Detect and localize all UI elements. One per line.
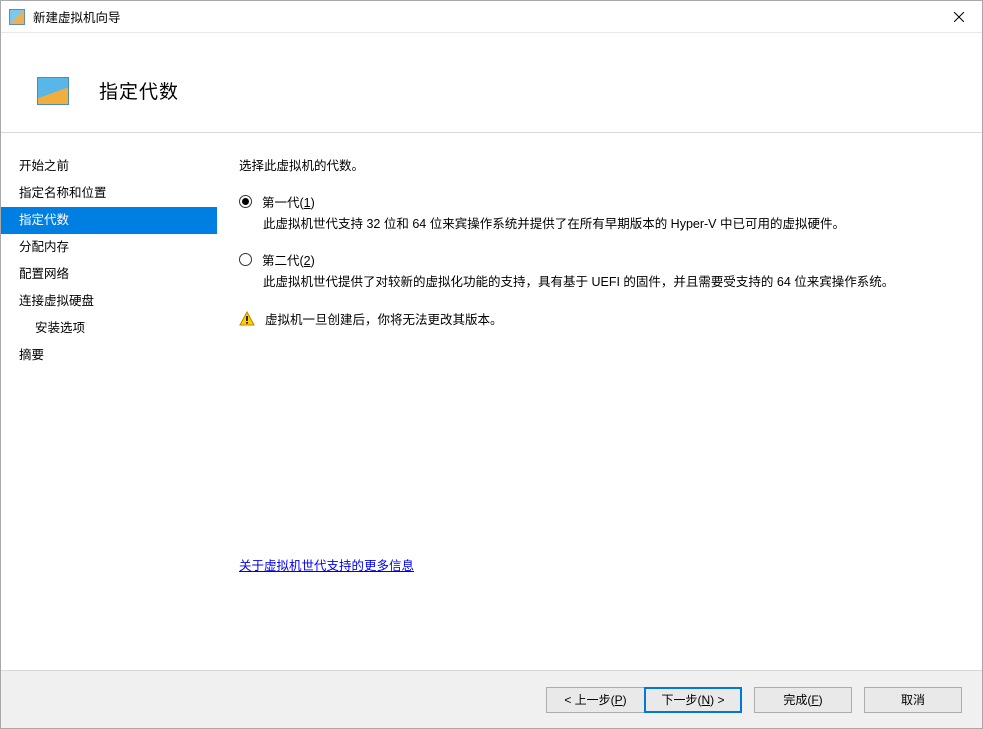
warning-icon (239, 311, 255, 327)
sidebar-step-7[interactable]: 摘要 (1, 342, 217, 369)
warning-row: 虚拟机一旦创建后，你将无法更改其版本。 (239, 309, 952, 328)
wizard-icon (37, 77, 69, 105)
option-gen2-label: 第二代(2) (262, 250, 315, 269)
sidebar-step-3[interactable]: 分配内存 (1, 234, 217, 261)
sidebar-step-1[interactable]: 指定名称和位置 (1, 180, 217, 207)
sidebar-step-0[interactable]: 开始之前 (1, 153, 217, 180)
radio-gen1[interactable] (239, 195, 252, 208)
close-button[interactable] (936, 1, 982, 32)
wizard-header: 指定代数 (1, 33, 982, 133)
option-gen2[interactable]: 第二代(2) (239, 250, 952, 269)
next-button[interactable]: 下一步(N) > (644, 687, 742, 713)
intro-text: 选择此虚拟机的代数。 (239, 155, 952, 174)
window-title: 新建虚拟机向导 (33, 7, 121, 26)
wizard-content: 选择此虚拟机的代数。 第一代(1) 此虚拟机世代支持 32 位和 64 位来宾操… (217, 133, 982, 670)
sidebar-step-6[interactable]: 安装选项 (1, 315, 217, 342)
finish-button[interactable]: 完成(F) (754, 687, 852, 713)
page-title: 指定代数 (99, 77, 179, 104)
cancel-button[interactable]: 取消 (864, 687, 962, 713)
close-icon (954, 12, 964, 22)
sidebar-step-5[interactable]: 连接虚拟硬盘 (1, 288, 217, 315)
titlebar: 新建虚拟机向导 (1, 1, 982, 33)
option-gen1-label: 第一代(1) (262, 192, 315, 211)
option-gen2-desc: 此虚拟机世代提供了对较新的虚拟化功能的支持，具有基于 UEFI 的固件，并且需要… (263, 273, 952, 292)
radio-gen2[interactable] (239, 253, 252, 266)
wizard-steps-sidebar: 开始之前指定名称和位置指定代数分配内存配置网络连接虚拟硬盘安装选项摘要 (1, 133, 217, 670)
more-info-link[interactable]: 关于虚拟机世代支持的更多信息 (239, 555, 414, 574)
sidebar-step-2[interactable]: 指定代数 (1, 207, 217, 234)
sidebar-step-4[interactable]: 配置网络 (1, 261, 217, 288)
prev-button[interactable]: < 上一步(P) (546, 687, 644, 713)
app-icon (9, 9, 25, 25)
warning-text: 虚拟机一旦创建后，你将无法更改其版本。 (265, 309, 503, 328)
wizard-footer: < 上一步(P) 下一步(N) > 完成(F) 取消 (1, 670, 982, 728)
option-gen1[interactable]: 第一代(1) (239, 192, 952, 211)
wizard-window: 新建虚拟机向导 指定代数 开始之前指定名称和位置指定代数分配内存配置网络连接虚拟… (0, 0, 983, 729)
option-gen1-desc: 此虚拟机世代支持 32 位和 64 位来宾操作系统并提供了在所有早期版本的 Hy… (263, 215, 952, 234)
